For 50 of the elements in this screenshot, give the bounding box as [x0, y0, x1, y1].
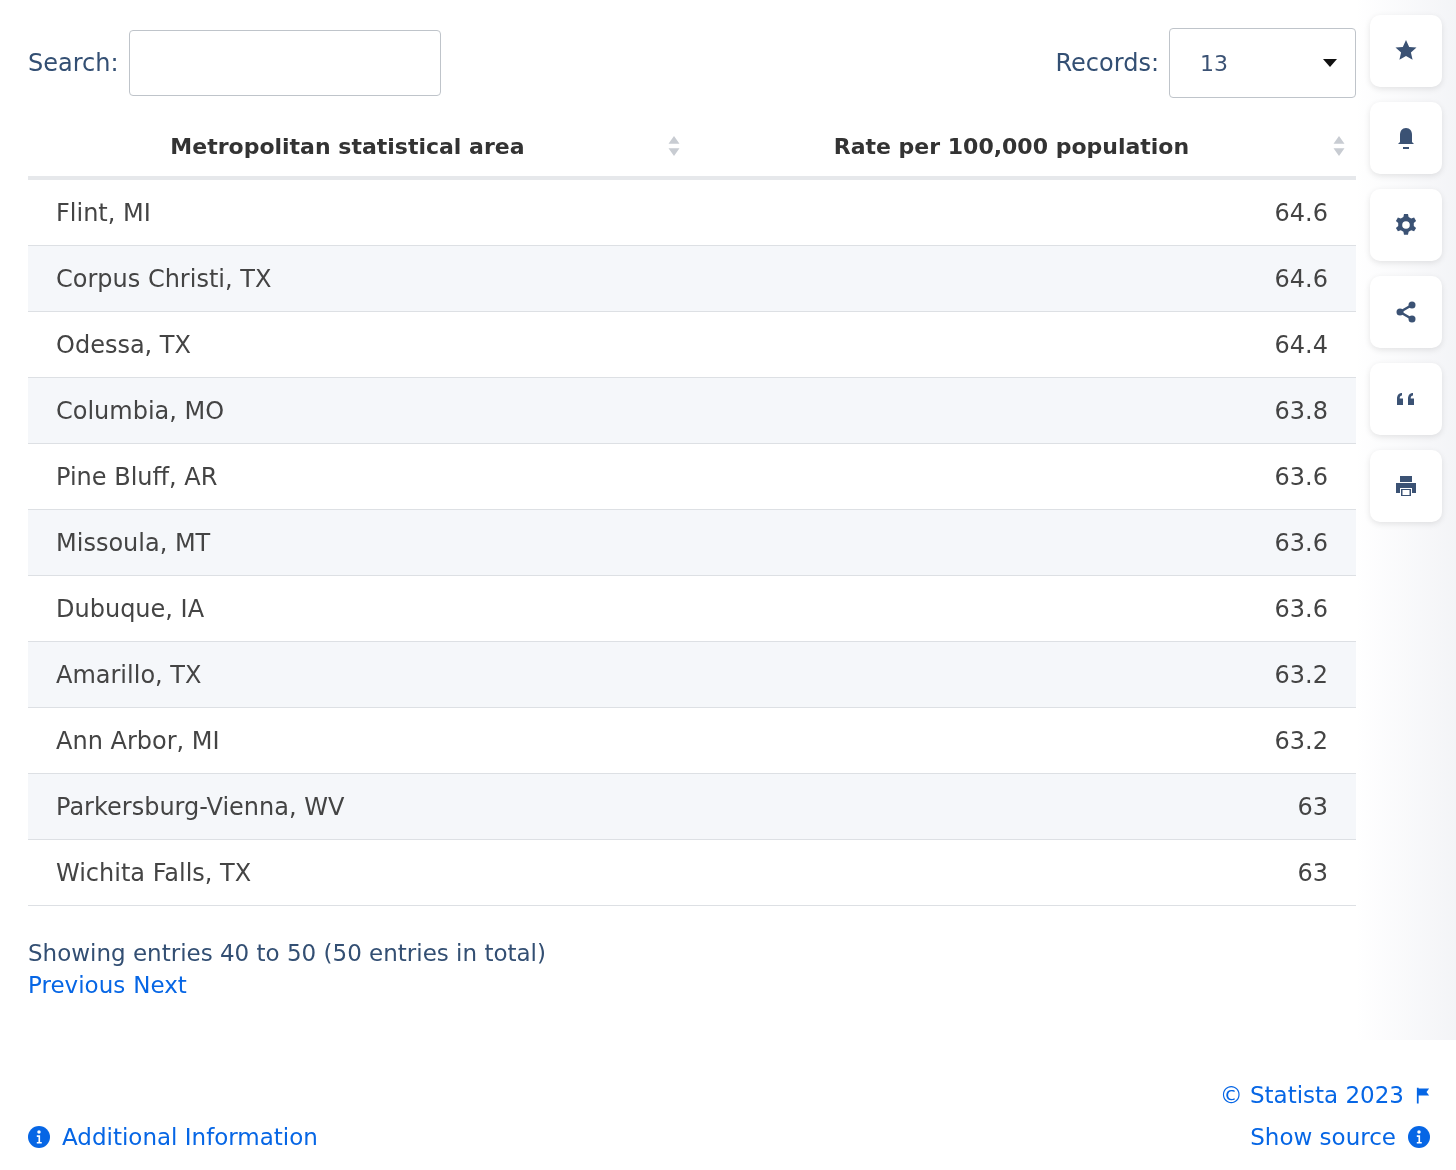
print-button[interactable] — [1370, 450, 1442, 522]
table-cell: Amarillo, TX — [28, 641, 691, 708]
table-cell: 64.6 — [690, 178, 1356, 246]
records-label: Records: — [1055, 49, 1159, 77]
sort-icon — [666, 135, 681, 157]
settings-button[interactable] — [1370, 189, 1442, 261]
table-cell: Missoula, MT — [28, 509, 691, 576]
table-cell: 64.6 — [690, 245, 1356, 312]
share-icon — [1394, 300, 1418, 324]
table-cell: 63.8 — [690, 377, 1356, 444]
table-cell: Pine Bluff, AR — [28, 443, 691, 510]
column-header[interactable]: Rate per 100,000 population — [690, 116, 1356, 178]
table-cell: 63.6 — [690, 575, 1356, 642]
table-cell: Parkersburg-Vienna, WV — [28, 773, 691, 840]
table-cell: 63.6 — [690, 509, 1356, 576]
share-button[interactable] — [1370, 276, 1442, 348]
caret-icon — [1323, 59, 1337, 67]
flag-icon — [1416, 1086, 1430, 1104]
sort-icon — [1332, 135, 1346, 157]
search-field[interactable] — [128, 30, 441, 96]
pagination-link[interactable]: Next — [133, 972, 187, 998]
table-cell: Columbia, MO — [28, 377, 691, 444]
entries-summary: Showing entries 40 to 50 (50 entries in total) — [28, 940, 547, 966]
info-icon — [28, 1126, 50, 1148]
table-cell: Corpus Christi, TX — [28, 245, 691, 312]
additional-information-link[interactable]: Additional Information — [28, 1124, 318, 1150]
table-cell: 64.4 — [690, 311, 1356, 378]
search-label: Search: — [28, 49, 119, 77]
cite-button[interactable] — [1370, 363, 1442, 435]
table-cell: 63.2 — [690, 641, 1356, 708]
records-dropdown[interactable]: 13 — [1169, 28, 1356, 98]
table-cell: 63.6 — [690, 443, 1356, 510]
column-header[interactable]: Metropolitan statistical area — [28, 116, 691, 178]
table-cell: Flint, MI — [28, 178, 691, 246]
table-cell: 63.2 — [690, 707, 1356, 774]
notification-button[interactable] — [1370, 102, 1442, 174]
table-cell: 63 — [690, 839, 1356, 906]
favorite-button[interactable] — [1370, 15, 1442, 87]
copyright-link[interactable]: © Statista 2023 — [1219, 1082, 1430, 1108]
settings-icon — [1394, 213, 1418, 237]
table-cell: 63 — [690, 773, 1356, 840]
table-cell: Odessa, TX — [28, 311, 691, 378]
table-cell: Wichita Falls, TX — [28, 839, 691, 906]
star-icon — [1394, 39, 1418, 63]
pagination-link[interactable]: Previous — [28, 972, 126, 998]
info-icon — [1408, 1126, 1430, 1148]
table-cell: Dubuque, IA — [28, 575, 691, 642]
printer-icon — [1394, 474, 1418, 498]
table-cell: Ann Arbor, MI — [28, 707, 691, 774]
show-source-link[interactable]: Show source — [1250, 1124, 1430, 1150]
